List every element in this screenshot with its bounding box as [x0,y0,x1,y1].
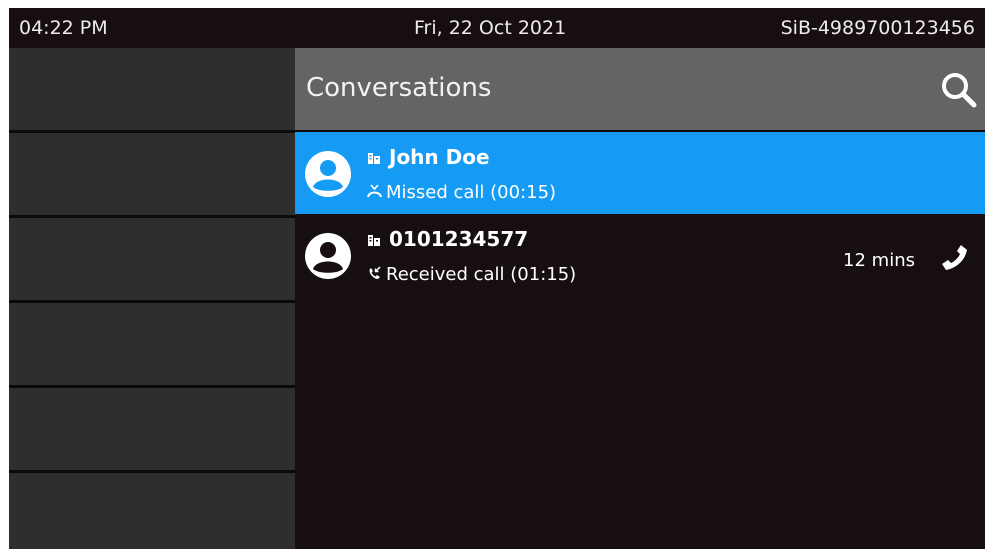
received-call-icon [369,266,381,279]
conversation-name: John Doe [367,145,490,169]
status-time: 04:22 PM [19,17,108,39]
conversations-panel: Conversations John Doe Missed call (00:1… [295,48,985,549]
conversations-header: Conversations [295,48,985,130]
softkey-1[interactable] [9,48,295,130]
phone-icon [942,245,967,270]
status-device-id: SiB-4989700123456 [780,17,975,39]
softkey-4[interactable] [9,303,295,385]
conversation-detail: Missed call (00:15) [367,182,556,203]
softkey-5[interactable] [9,388,295,470]
status-bar: 04:22 PM Fri, 22 Oct 2021 SiB-4989700123… [9,8,985,48]
conversation-row[interactable]: John Doe Missed call (00:15) [295,132,985,214]
conversation-detail-text: Received call (01:15) [386,264,577,285]
conversation-row[interactable]: 0101234577 Received call (01:15) 12 mins [295,214,985,296]
conversation-detail: Received call (01:15) [367,264,576,285]
softkey-6[interactable] [9,473,295,549]
avatar [305,233,351,279]
search-button[interactable] [939,70,979,110]
page-title: Conversations [306,73,492,103]
conversation-name: 0101234577 [367,227,528,251]
avatar [305,151,351,197]
softkey-column [9,48,295,549]
conversation-name-text: 0101234577 [389,227,529,251]
status-date: Fri, 22 Oct 2021 [414,17,567,39]
search-icon [942,73,977,108]
missed-call-icon [367,184,382,198]
softkey-2[interactable] [9,133,295,215]
conversation-name-text: John Doe [389,145,490,169]
phone-screen: 04:22 PM Fri, 22 Oct 2021 SiB-4989700123… [9,8,985,549]
building-icon [368,153,380,164]
call-button[interactable] [939,242,969,272]
softkey-3[interactable] [9,218,295,300]
building-icon [368,235,380,246]
conversation-time: 12 mins [843,250,915,271]
conversation-detail-text: Missed call (00:15) [386,182,557,203]
